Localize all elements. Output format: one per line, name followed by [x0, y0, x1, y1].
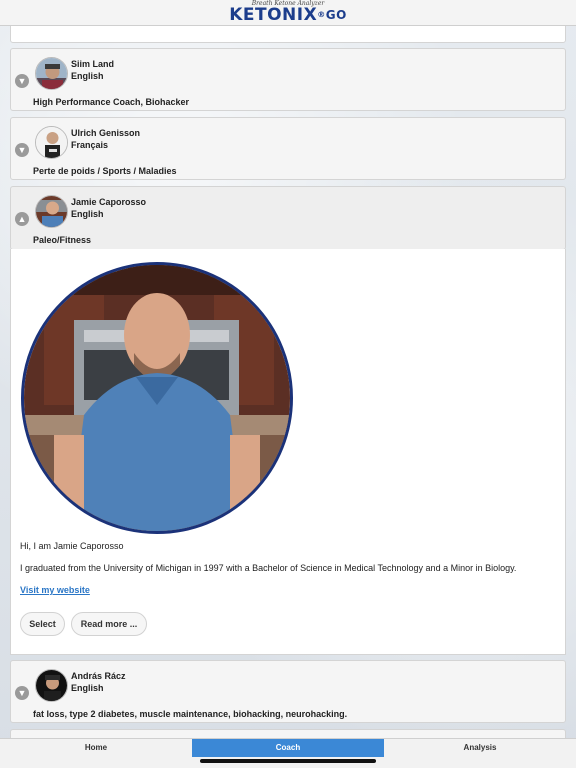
chevron-down-icon[interactable]: ▼ — [15, 143, 29, 157]
tab-home[interactable]: Home — [0, 739, 192, 757]
coach-name: Jamie Caporosso — [71, 197, 147, 207]
select-button[interactable]: Select — [20, 612, 65, 636]
coach-specialty: Paleo/Fitness — [33, 235, 92, 245]
visit-website-link[interactable]: Visit my website — [20, 585, 90, 595]
coach-greeting: Hi, I am Jamie Caporosso — [20, 541, 124, 551]
coach-card-andras-racz[interactable]: ▼ András Rácz English fat loss, type 2 d… — [10, 660, 566, 723]
coach-bio: I graduated from the University of Michi… — [20, 563, 517, 573]
logo-suffix: GO — [325, 8, 347, 22]
tab-analysis[interactable]: Analysis — [384, 739, 576, 757]
home-indicator[interactable] — [200, 759, 376, 763]
read-more-button[interactable]: Read more ... — [71, 612, 147, 636]
coach-card-jamie-caporosso[interactable]: ▲ Jamie Caporosso English Paleo/Fitness — [10, 186, 566, 250]
tab-coach[interactable]: Coach — [192, 739, 384, 757]
logo-registered: ® — [317, 10, 326, 19]
coach-name: Siim Land — [71, 59, 115, 69]
coach-card-previous — [10, 26, 566, 43]
coach-header[interactable]: ▼ Ulrich Genisson Français Perte de poid… — [11, 118, 567, 178]
avatar — [35, 126, 68, 159]
coach-name: Ulrich Genisson — [71, 128, 141, 138]
coach-language: Français — [71, 140, 109, 150]
avatar — [35, 57, 68, 90]
coach-language: English — [71, 71, 104, 81]
chevron-up-icon[interactable]: ▲ — [15, 212, 29, 226]
avatar — [35, 195, 68, 228]
coach-card-next — [10, 729, 566, 738]
coach-photo — [21, 262, 293, 534]
app-header: Breath Ketone Analyzer KETONIX®GO — [0, 0, 576, 26]
bottom-tab-bar: Home Coach Analysis — [0, 738, 576, 768]
coach-language: English — [71, 209, 104, 219]
chevron-down-icon[interactable]: ▼ — [15, 74, 29, 88]
coach-card-siim-land[interactable]: ▼ Siim Land English High Performance Coa… — [10, 48, 566, 111]
logo-brand: KETONIX — [229, 5, 318, 25]
coach-header[interactable]: ▲ Jamie Caporosso English Paleo/Fitness — [11, 187, 567, 247]
coach-language: English — [71, 683, 104, 693]
coach-card-ulrich-genisson[interactable]: ▼ Ulrich Genisson Français Perte de poid… — [10, 117, 566, 180]
coach-header[interactable]: ▼ Siim Land English High Performance Coa… — [11, 49, 567, 109]
ketonix-logo: KETONIX®GO — [0, 6, 576, 24]
coach-detail-panel: Hi, I am Jamie Caporosso I graduated fro… — [10, 249, 566, 655]
coach-list[interactable]: ▼ Siim Land English High Performance Coa… — [0, 26, 576, 738]
coach-specialty: High Performance Coach, Biohacker — [33, 97, 190, 107]
coach-name: András Rácz — [71, 671, 126, 681]
avatar — [35, 669, 68, 702]
coach-specialty: Perte de poids / Sports / Maladies — [33, 166, 177, 176]
coach-specialty: fat loss, type 2 diabetes, muscle mainte… — [33, 709, 348, 719]
chevron-down-icon[interactable]: ▼ — [15, 686, 29, 700]
coach-header[interactable]: ▼ András Rácz English fat loss, type 2 d… — [11, 661, 567, 721]
